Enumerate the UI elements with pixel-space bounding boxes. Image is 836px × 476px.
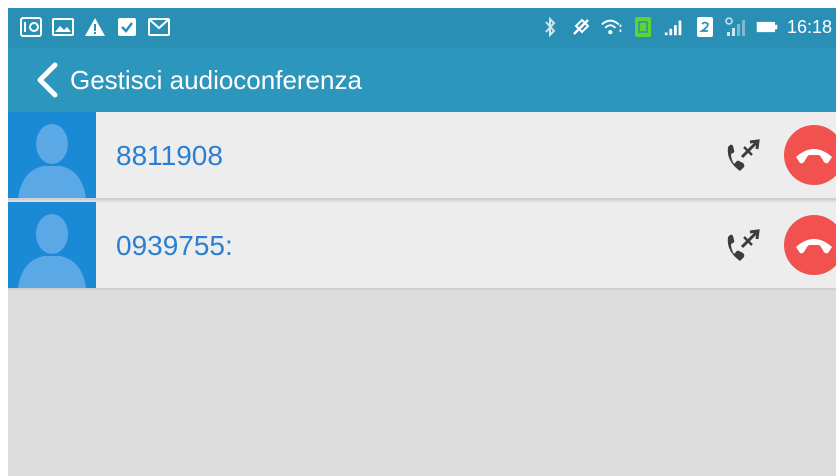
bluetooth-icon xyxy=(539,16,561,38)
signal-icon xyxy=(663,16,685,38)
participant-number: 0939755: xyxy=(116,230,233,261)
notification-icons xyxy=(20,16,170,38)
avatar xyxy=(8,202,96,288)
page-title: Gestisci audioconferenza xyxy=(70,64,362,95)
wifi-icon xyxy=(601,16,623,38)
image-icon xyxy=(52,16,74,38)
participant-list: 8811908 0939755: xyxy=(8,112,836,292)
participant-number: 8811908 xyxy=(116,140,223,171)
back-button[interactable] xyxy=(26,48,68,112)
participant-row: 8811908 xyxy=(8,112,836,200)
person-icon xyxy=(18,214,86,288)
avatar xyxy=(8,112,96,198)
status-bar: 16:18 xyxy=(8,8,836,48)
split-call-icon xyxy=(727,229,760,261)
system-icons: 16:18 xyxy=(539,16,832,38)
end-call-icon xyxy=(796,239,832,254)
status-time: 16:18 xyxy=(786,17,832,37)
person-icon xyxy=(18,124,86,198)
split-call-button[interactable] xyxy=(720,224,768,270)
gmail-icon xyxy=(148,16,170,38)
chevron-left-icon xyxy=(37,62,58,98)
call-recording-icon xyxy=(20,16,42,38)
hangup-button[interactable] xyxy=(784,215,836,275)
sim1-icon xyxy=(632,16,654,38)
participant-row: 0939755: xyxy=(8,202,836,290)
app-screen: 16:18 Gestisci audioconferenza 8811908 0… xyxy=(8,8,836,476)
signal-weak-icon xyxy=(725,16,747,38)
end-call-icon xyxy=(796,149,832,164)
split-call-button[interactable] xyxy=(720,134,768,180)
checkbox-icon xyxy=(116,16,138,38)
action-bar: Gestisci audioconferenza xyxy=(8,48,836,112)
warning-icon xyxy=(84,16,106,38)
vibrate-off-icon xyxy=(570,16,592,38)
sim2-icon xyxy=(694,16,716,38)
battery-icon xyxy=(756,16,778,38)
split-call-icon xyxy=(727,139,760,171)
hangup-button[interactable] xyxy=(784,125,836,185)
